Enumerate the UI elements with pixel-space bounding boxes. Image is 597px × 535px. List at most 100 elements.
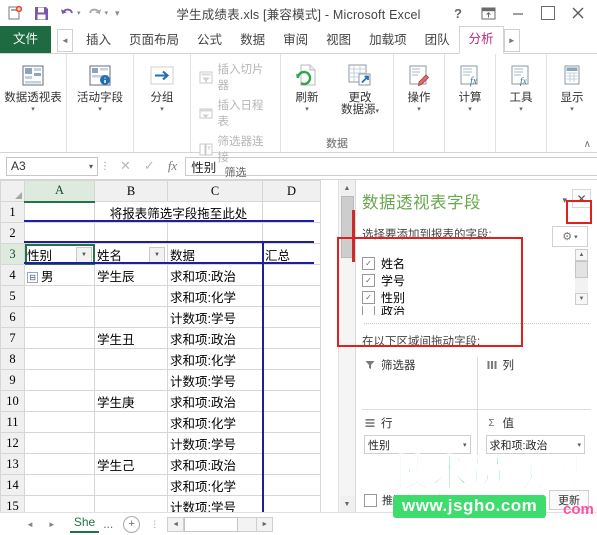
add-sheet-icon[interactable]: +	[123, 515, 141, 533]
cancel-icon[interactable]: ✕	[120, 158, 131, 174]
cell-b12[interactable]	[94, 432, 168, 454]
cell-a4[interactable]: ⊟ 男	[24, 264, 95, 286]
field-chip-dropdown-icon[interactable]: ▾	[463, 441, 467, 449]
row-header-14[interactable]: 14	[0, 474, 25, 496]
cell-c4[interactable]: 求和项:政治	[167, 264, 263, 286]
group-dropdown-icon[interactable]: ▾	[160, 106, 164, 114]
refresh-dropdown-icon[interactable]: ▾	[305, 106, 309, 114]
row-header-9[interactable]: 9	[0, 369, 25, 391]
scroll-up-icon[interactable]: ▲	[339, 180, 355, 196]
calculations-dropdown-icon[interactable]: ▾	[468, 106, 472, 114]
cell-d13[interactable]	[262, 453, 321, 475]
pivottable-button[interactable]: 数据透视表 ▾	[4, 57, 62, 114]
field-chip-values-politics[interactable]: 求和项:政治 ▾	[485, 435, 585, 454]
row-header-8[interactable]: 8	[0, 348, 25, 370]
tab-team[interactable]: 团队	[416, 27, 459, 53]
row-header-5[interactable]: 5	[0, 285, 25, 307]
tab-formulas[interactable]: 公式	[188, 27, 231, 53]
scroll-down-icon[interactable]: ▼	[339, 496, 355, 512]
cell-b7[interactable]: 学生丑	[94, 327, 168, 349]
active-field-button[interactable]: 活动字段 ▾	[71, 57, 129, 114]
minimize-icon[interactable]	[503, 1, 533, 25]
field-chip-dropdown-icon-values[interactable]: ▾	[577, 441, 581, 449]
tab-scroll-right-icon[interactable]: ►	[503, 29, 520, 52]
horizontal-scrollbar[interactable]: ◄ ►	[167, 516, 274, 532]
cell-d8[interactable]	[262, 348, 321, 370]
filter-arrow-name-icon[interactable]: ▼	[149, 247, 165, 263]
field-item-name[interactable]: ✓ 姓名	[362, 255, 591, 272]
collapse-ribbon-icon[interactable]: ∧	[584, 139, 591, 150]
field-scroll-down-icon[interactable]: ▼	[575, 293, 588, 305]
area-columns[interactable]: 列	[476, 357, 592, 409]
column-header-d[interactable]: D	[262, 180, 321, 202]
cell-c7[interactable]: 求和项:政治	[167, 327, 263, 349]
show-button[interactable]: 显示 ▾	[551, 57, 593, 114]
tab-page-layout[interactable]: 页面布局	[120, 27, 188, 53]
tab-file[interactable]: 文件	[0, 26, 52, 53]
insert-slicer-button[interactable]: 插入切片器	[195, 60, 276, 94]
change-data-source-button[interactable]: 更改 数据源▾	[331, 57, 389, 116]
row-header-11[interactable]: 11	[0, 411, 25, 433]
field-item-id[interactable]: ✓ 学号	[362, 272, 591, 289]
hscroll-track[interactable]	[238, 516, 257, 532]
area-values[interactable]: Σ 值 求和项:政治 ▾	[476, 409, 591, 467]
cell-d10[interactable]	[262, 390, 321, 412]
cell-c5[interactable]: 求和项:化学	[167, 285, 263, 307]
calculations-button[interactable]: fx 计算 ▾	[449, 57, 491, 114]
filter-connections-button[interactable]: 筛选器连接	[195, 132, 276, 166]
cell-d4[interactable]	[262, 264, 321, 286]
cell-b11[interactable]	[94, 411, 168, 433]
cell-a11[interactable]	[24, 411, 95, 433]
refresh-button[interactable]: 刷新 ▾	[285, 57, 329, 114]
collapse-group-icon[interactable]: ⊟	[27, 271, 38, 283]
pane-close-icon[interactable]: ✕	[572, 189, 591, 208]
insert-timeline-button[interactable]: 插入日程表	[195, 96, 276, 130]
actions-dropdown-icon[interactable]: ▾	[417, 106, 421, 114]
redo-icon[interactable]	[83, 2, 107, 24]
actions-button[interactable]: 操作 ▾	[398, 57, 440, 114]
field-chip-rows-gender[interactable]: 性别 ▾	[364, 435, 471, 454]
field-checkbox-gender[interactable]: ✓	[362, 291, 375, 304]
ribbon-display-options-icon[interactable]	[473, 1, 503, 25]
field-checkbox-politics[interactable]	[362, 306, 375, 315]
field-item-politics[interactable]: 政治	[362, 306, 591, 315]
close-icon[interactable]	[563, 1, 593, 25]
cell-d6[interactable]	[262, 306, 321, 328]
tools-button[interactable]: fx 工具 ▾	[500, 57, 542, 114]
cell-b5[interactable]	[94, 285, 168, 307]
field-scroll-thumb[interactable]	[575, 261, 588, 278]
cell-a14[interactable]	[24, 474, 95, 496]
cell-a15[interactable]	[24, 495, 95, 512]
active-field-dropdown-icon[interactable]: ▾	[98, 106, 102, 114]
cell-a13[interactable]	[24, 453, 95, 475]
cell-b8[interactable]	[94, 348, 168, 370]
tools-dropdown-icon[interactable]: ▾	[519, 106, 523, 114]
field-scroll-up-icon[interactable]: ▲	[575, 249, 588, 261]
sheet-prev-icon[interactable]: ◄	[26, 520, 34, 529]
row-header-12[interactable]: 12	[0, 432, 25, 454]
redo-dropdown-icon[interactable]: ▾	[105, 9, 109, 17]
grid-scroll-track[interactable]	[339, 258, 355, 496]
row-header-1[interactable]: 1	[0, 201, 25, 223]
column-header-a[interactable]: A	[24, 180, 95, 203]
customize-qat-icon[interactable]: ▾	[115, 8, 120, 19]
field-list-settings-button[interactable]: ⚙ ▾	[552, 226, 588, 247]
name-box-dropdown-icon[interactable]: ▾	[89, 162, 93, 171]
gear-dropdown-icon[interactable]: ▾	[574, 233, 578, 241]
cell-c11[interactable]: 求和项:化学	[167, 411, 263, 433]
cell-a10[interactable]	[24, 390, 95, 412]
row-header-7[interactable]: 7	[0, 327, 25, 349]
tab-analyze[interactable]: 分析	[458, 26, 504, 54]
change-data-source-dropdown-icon[interactable]: ▾	[375, 108, 379, 115]
group-button[interactable]: 分组 ▾	[138, 57, 186, 114]
cell-d15[interactable]	[262, 495, 321, 512]
column-header-b[interactable]: B	[94, 180, 168, 202]
defer-layout-checkbox[interactable]	[364, 493, 377, 507]
area-rows[interactable]: 行 性别 ▾	[362, 409, 477, 467]
insert-function-icon[interactable]: fx	[168, 158, 177, 174]
worksheet-grid[interactable]: A B C D 1 将报表筛选字段拖至此处 2 3 性别 ▼ 姓名 ▼ 数据 汇…	[0, 180, 338, 512]
cell-b9[interactable]	[94, 369, 168, 391]
row-header-6[interactable]: 6	[0, 306, 25, 328]
hscroll-left-icon[interactable]: ◄	[167, 516, 185, 532]
enter-icon[interactable]: ✓	[144, 158, 155, 174]
